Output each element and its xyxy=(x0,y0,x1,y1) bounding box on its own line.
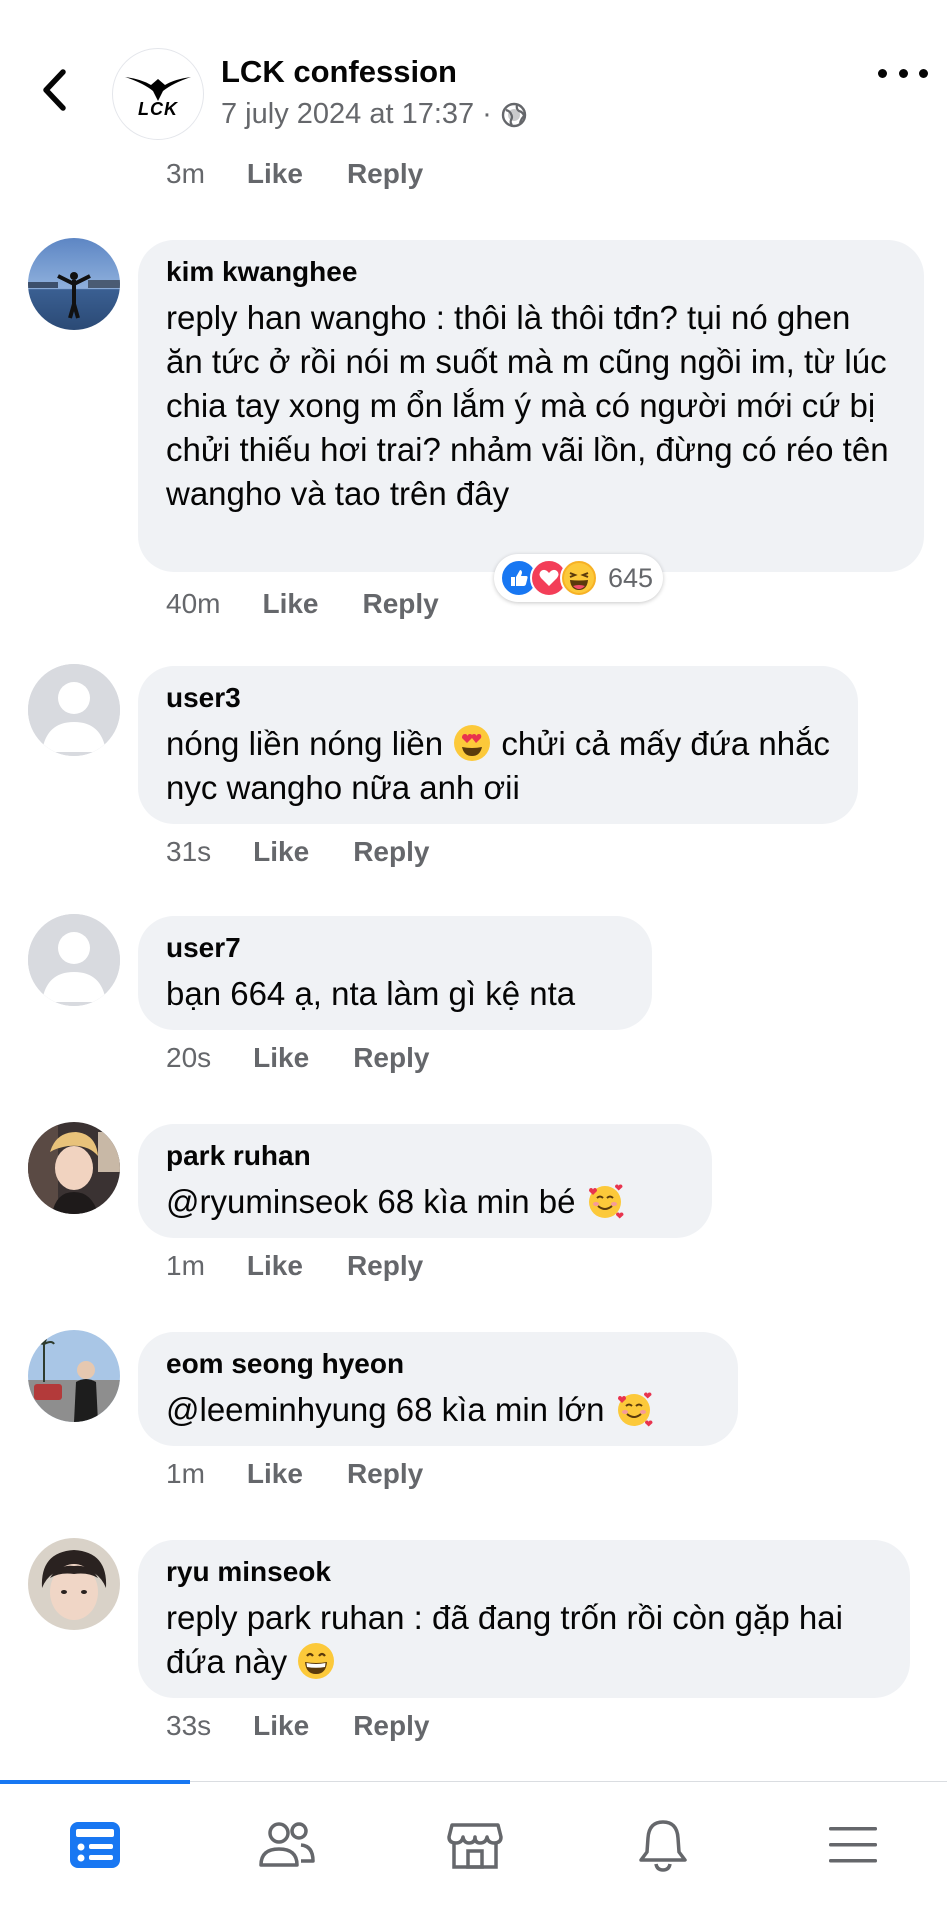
comment-time: 3m xyxy=(166,158,205,189)
comment-actions: 1m Like Reply xyxy=(166,1458,423,1490)
comment-text-part: nóng liền nóng liền xyxy=(166,725,453,762)
reply-button[interactable]: Reply xyxy=(353,1042,429,1074)
comment-author[interactable]: kim kwanghee xyxy=(166,254,896,290)
comment-author[interactable]: park ruhan xyxy=(166,1138,684,1174)
like-button[interactable]: Like xyxy=(253,836,309,868)
avatar-photo xyxy=(28,238,120,330)
like-button[interactable]: Like xyxy=(253,1710,309,1742)
comment-bubble[interactable]: user3 nóng liền nóng liền chửi cả mấy đứ… xyxy=(138,666,858,824)
comment-bubble[interactable]: kim kwanghee reply han wangho : thôi là … xyxy=(138,240,924,572)
avatar-photo xyxy=(28,1122,120,1214)
avatar-photo xyxy=(28,1538,120,1630)
reply-button[interactable]: Reply xyxy=(363,588,439,620)
comment-bubble[interactable]: ryu minseok reply park ruhan : đã đang t… xyxy=(138,1540,910,1698)
comment-text-part: @ryuminseok 68 kìa min bé xyxy=(166,1183,585,1220)
default-avatar-icon xyxy=(28,664,120,756)
comment-time: 31s xyxy=(166,836,212,867)
dot-icon xyxy=(898,68,908,78)
reaction-count: 645 xyxy=(608,562,654,593)
reply-button[interactable]: Reply xyxy=(347,158,423,190)
comment-author[interactable]: user3 xyxy=(166,680,830,716)
comment-time: 40m xyxy=(166,588,221,619)
comment-author[interactable]: ryu minseok xyxy=(166,1554,882,1590)
comment-actions: 20s Like Reply xyxy=(166,1042,429,1074)
page-logo-text: LCK xyxy=(138,98,178,119)
lck-wing-logo xyxy=(125,76,191,101)
smiling-face-with-hearts-emoji-icon xyxy=(617,1392,653,1427)
comment-actions: 33s Like Reply xyxy=(166,1710,429,1742)
post-time[interactable]: 7 july 2024 at 17:37 xyxy=(221,98,474,131)
heart-eyes-emoji-icon xyxy=(454,725,491,761)
bell-icon xyxy=(639,1820,687,1872)
smiling-face-with-hearts-emoji-icon xyxy=(588,1184,624,1219)
comment-time: 1m xyxy=(166,1250,205,1281)
avatar[interactable] xyxy=(28,238,120,330)
avatar[interactable] xyxy=(28,914,120,1006)
nav-marketplace[interactable] xyxy=(440,1810,510,1880)
post-meta: 7 july 2024 at 17:37 · xyxy=(221,98,528,131)
grinning-face-emoji-icon xyxy=(298,1643,335,1679)
dot-icon xyxy=(919,68,928,78)
comment-text: reply park ruhan : đã đang trốn rồi còn … xyxy=(166,1596,882,1684)
comment-text: @ryuminseok 68 kìa min bé xyxy=(166,1180,684,1224)
comment-bubble[interactable]: park ruhan @ryuminseok 68 kìa min bé xyxy=(138,1124,712,1238)
default-avatar-icon xyxy=(28,914,120,1006)
bottom-navigation xyxy=(0,1780,947,1920)
comment-author[interactable]: user7 xyxy=(166,930,624,966)
nav-feed[interactable] xyxy=(60,1810,130,1880)
avatar[interactable] xyxy=(28,664,120,756)
reply-button[interactable]: Reply xyxy=(347,1458,423,1490)
comment-bubble[interactable]: eom seong hyeon @leeminhyung 68 kìa min … xyxy=(138,1332,738,1446)
dot-icon xyxy=(878,68,887,78)
comment-actions: 40m Like Reply xyxy=(166,588,439,620)
hamburger-menu-icon xyxy=(829,1827,877,1863)
reaction-summary[interactable]: 645 xyxy=(494,554,664,602)
reply-button[interactable]: Reply xyxy=(347,1250,423,1282)
haha-reaction-icon xyxy=(560,559,598,597)
nav-friends[interactable] xyxy=(252,1810,322,1880)
nav-notifications[interactable] xyxy=(628,1810,698,1880)
like-button[interactable]: Like xyxy=(253,1042,309,1074)
comment-time: 1m xyxy=(166,1458,205,1489)
comment-author[interactable]: eom seong hyeon xyxy=(166,1346,710,1382)
active-tab-indicator xyxy=(0,1780,190,1784)
like-button[interactable]: Like xyxy=(247,1250,303,1282)
comment-actions: 31s Like Reply xyxy=(166,836,429,868)
comment-text: reply han wangho : thôi là thôi tđn? tụi… xyxy=(166,299,889,512)
reply-button[interactable]: Reply xyxy=(353,1710,429,1742)
friends-icon xyxy=(259,1822,315,1867)
comment-text: @leeminhyung 68 kìa min lớn xyxy=(166,1388,710,1432)
comment-text: nóng liền nóng liền chửi cả mấy đứa nhắc… xyxy=(166,722,830,810)
avatar[interactable] xyxy=(28,1330,120,1422)
comment-text: bạn 664 ạ, nta làm gì kệ nta xyxy=(166,975,576,1012)
like-button[interactable]: Like xyxy=(262,588,318,620)
like-button[interactable]: Like xyxy=(247,1458,303,1490)
avatar-photo xyxy=(28,1330,120,1422)
comment-text-part: reply park ruhan : đã đang trốn rồi còn … xyxy=(166,1599,843,1680)
like-button[interactable]: Like xyxy=(247,158,303,190)
comment-time: 33s xyxy=(166,1710,212,1741)
nav-menu[interactable] xyxy=(818,1810,888,1880)
marketplace-icon xyxy=(447,1823,503,1869)
comment-actions: 3m Like Reply xyxy=(166,158,423,190)
comment-time: 20s xyxy=(166,1042,212,1073)
more-options-button[interactable] xyxy=(878,58,928,88)
post-header: LCK LCK confession 7 july 2024 at 17:37 … xyxy=(0,0,947,150)
comment-text-part: @leeminhyung 68 kìa min lớn xyxy=(166,1391,614,1428)
reply-button[interactable]: Reply xyxy=(353,836,429,868)
feed-icon xyxy=(70,1822,120,1868)
chevron-left-icon xyxy=(43,69,66,111)
comment-bubble[interactable]: user7 bạn 664 ạ, nta làm gì kệ nta xyxy=(138,916,652,1030)
page-name[interactable]: LCK confession xyxy=(221,54,457,90)
globe-icon xyxy=(501,102,527,127)
back-button[interactable] xyxy=(30,62,78,118)
avatar[interactable] xyxy=(28,1122,120,1214)
page-avatar[interactable]: LCK xyxy=(112,48,204,140)
meta-separator: · xyxy=(482,98,492,130)
comment-actions: 1m Like Reply xyxy=(166,1250,423,1282)
avatar[interactable] xyxy=(28,1538,120,1630)
